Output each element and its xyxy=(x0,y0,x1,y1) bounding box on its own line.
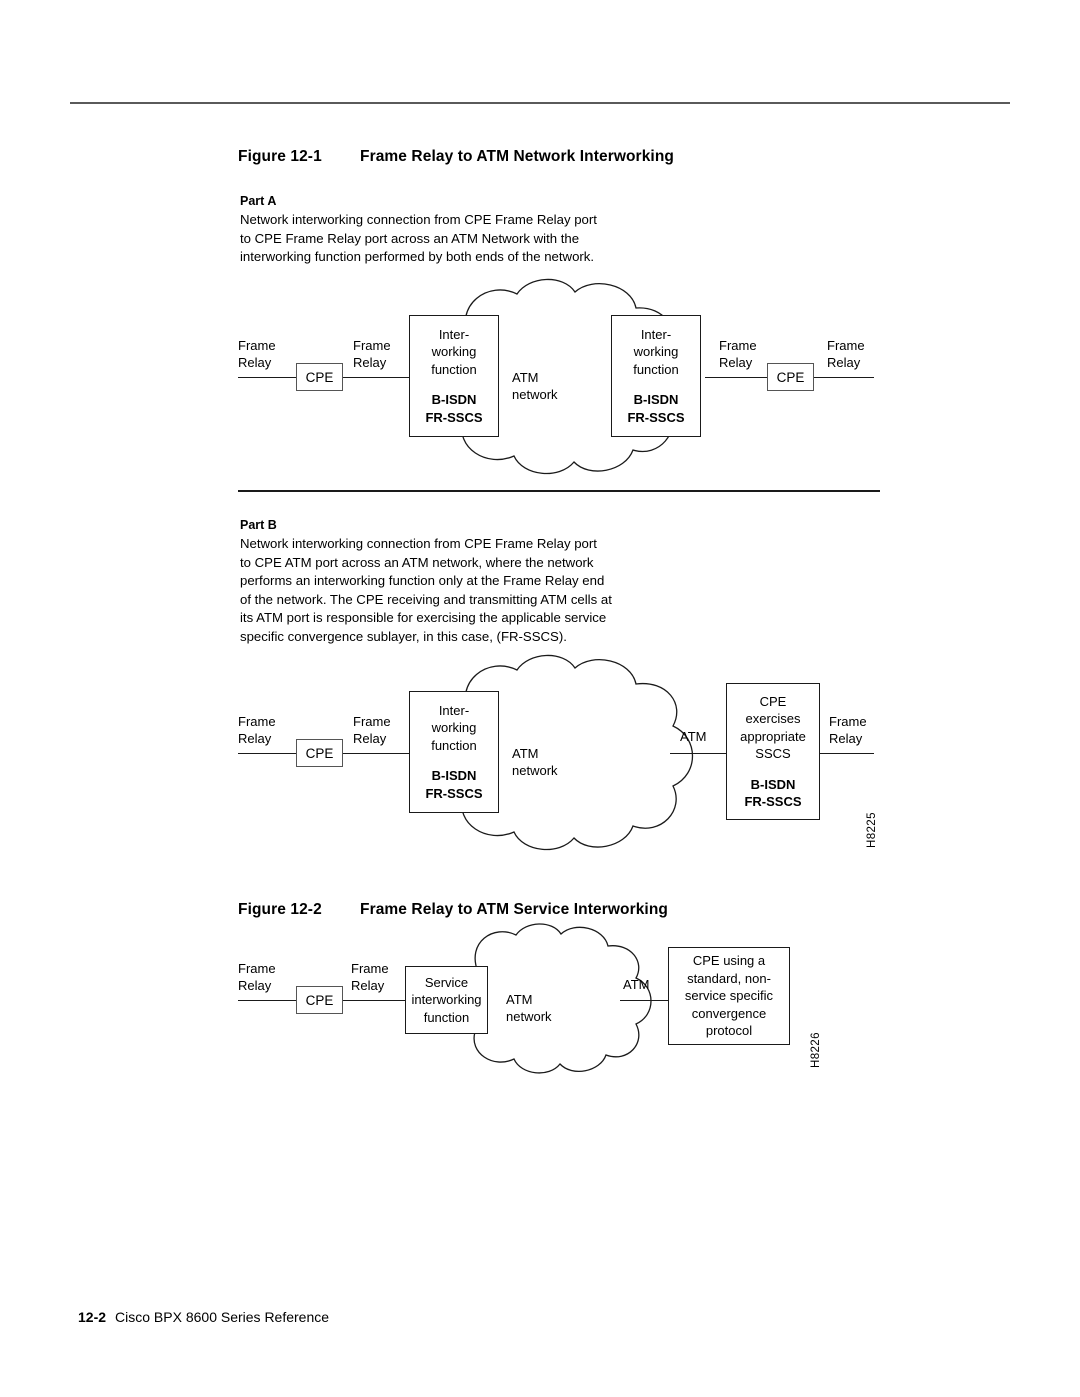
wire-b-4 xyxy=(820,753,874,755)
iwf-a-right-top: Inter- working function xyxy=(633,326,679,377)
cpe-sscs-top: CPE exercises appropriate SSCS xyxy=(740,693,806,762)
cpe-standard-convergence-box: CPE using a standard, non- service speci… xyxy=(668,947,790,1045)
interworking-function-box-a-left: Inter- working function B-ISDN FR-SSCS xyxy=(409,315,499,437)
document-page: Figure 12-1 Frame Relay to ATM Network In… xyxy=(0,0,1080,1397)
interworking-function-box-a-right: Inter- working function B-ISDN FR-SSCS xyxy=(611,315,701,437)
wire-2-2 xyxy=(343,1000,405,1002)
label-frame-relay-a-right-outer: Frame Relay xyxy=(827,338,865,370)
part-a-body: Network interworking connection from CPE… xyxy=(240,212,597,265)
label-frame-relay-2-left-inner: Frame Relay xyxy=(351,961,389,993)
wire-b-1 xyxy=(238,753,298,755)
wire-a-1 xyxy=(238,377,298,379)
figure-12-2-caption: Frame Relay to ATM Service Interworking xyxy=(360,901,668,918)
figure-12-1-number: Figure 12-1 xyxy=(238,148,322,165)
atm-network-label-b: ATM network xyxy=(512,746,558,778)
label-frame-relay-a-left-outer: Frame Relay xyxy=(238,338,276,370)
label-frame-relay-a-right-inner: Frame Relay xyxy=(719,338,757,370)
iwf-a-left-top: Inter- working function xyxy=(431,326,477,377)
atm-label-2: ATM xyxy=(623,977,650,992)
cpe-a-left: CPE xyxy=(296,363,343,391)
label-frame-relay-b-left-outer: Frame Relay xyxy=(238,714,276,746)
wire-b-3 xyxy=(670,753,726,755)
cpe-standard-text: CPE using a standard, non- service speci… xyxy=(684,953,774,1039)
wire-2-3 xyxy=(620,1000,668,1002)
part-a-heading: Part A xyxy=(240,194,277,208)
iwf-b-bottom: B-ISDN FR-SSCS xyxy=(425,768,483,801)
part-b-heading: Part B xyxy=(240,518,277,532)
atm-network-label-a: ATM network xyxy=(512,370,558,402)
figure-12-1-title: Figure 12-1 Frame Relay to ATM Network In… xyxy=(238,148,674,166)
cpe-b-left: CPE xyxy=(296,739,343,767)
wire-b-2 xyxy=(343,753,409,755)
wire-a-2 xyxy=(343,377,409,379)
atm-network-label-2: ATM network xyxy=(506,992,552,1024)
wire-a-3 xyxy=(705,377,768,379)
figure-12-2-number: Figure 12-2 xyxy=(238,901,322,918)
cpe-2-left: CPE xyxy=(296,986,343,1014)
figure-id-h8225: H8225 xyxy=(866,812,878,848)
label-frame-relay-b-right: Frame Relay xyxy=(829,714,867,746)
figure-12-2-title: Figure 12-2 Frame Relay to ATM Service In… xyxy=(238,901,668,919)
cpe-sscs-bottom: B-ISDN FR-SSCS xyxy=(744,776,802,810)
wire-2-1 xyxy=(238,1000,296,1002)
iwf-b-top: Inter- working function xyxy=(431,702,477,753)
iwf-a-left-bottom: B-ISDN FR-SSCS xyxy=(425,392,483,425)
label-frame-relay-b-left-inner: Frame Relay xyxy=(353,714,391,746)
footer-book-title: Cisco BPX 8600 Series Reference xyxy=(115,1309,330,1325)
atm-label-b: ATM xyxy=(680,729,707,744)
cpe-exercises-sscs-box: CPE exercises appropriate SSCS B-ISDN FR… xyxy=(726,683,820,820)
page-footer: 12-2 Cisco BPX 8600 Series Reference xyxy=(78,1309,329,1325)
part-divider-rule xyxy=(238,490,880,492)
cpe-a-right: CPE xyxy=(767,363,814,391)
figure-12-1-caption: Frame Relay to ATM Network Interworking xyxy=(360,148,674,165)
header-rule xyxy=(70,102,1010,104)
label-frame-relay-a-left-inner: Frame Relay xyxy=(353,338,391,370)
label-frame-relay-2-left-outer: Frame Relay xyxy=(238,961,276,993)
interworking-function-box-b: Inter- working function B-ISDN FR-SSCS xyxy=(409,691,499,813)
iwf-a-right-bottom: B-ISDN FR-SSCS xyxy=(627,392,685,425)
figure-id-h8226: H8226 xyxy=(810,1032,822,1068)
service-interworking-function-box: Service interworking function xyxy=(405,966,488,1034)
siwf-text: Service interworking function xyxy=(411,974,482,1025)
footer-page-number: 12-2 xyxy=(78,1309,107,1325)
wire-a-4 xyxy=(813,377,874,379)
part-b-body: Network interworking connection from CPE… xyxy=(240,536,612,644)
